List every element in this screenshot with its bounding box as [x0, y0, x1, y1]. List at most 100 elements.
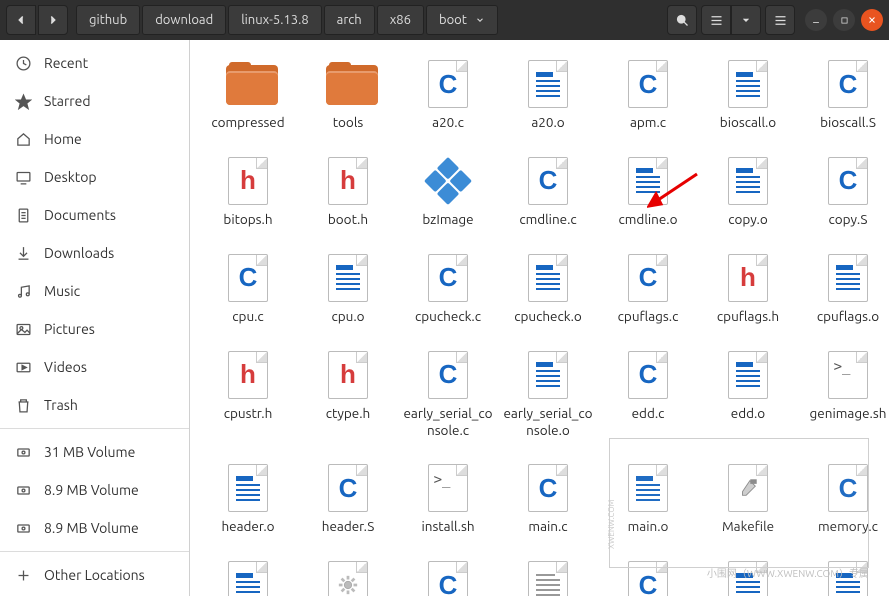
hamburger-menu-button[interactable] — [765, 5, 795, 35]
file-label: cmdline.c — [519, 211, 576, 228]
sidebar-item-videos[interactable]: Videos — [0, 348, 189, 386]
volume-icon — [14, 482, 32, 499]
file-label: cpuflags.o — [817, 308, 879, 325]
h-icon: h — [326, 155, 370, 207]
sidebar-item-music[interactable]: Music — [0, 272, 189, 310]
sidebar-item-desktop[interactable]: Desktop — [0, 158, 189, 196]
file-item[interactable]: cpuflags.o — [800, 252, 889, 325]
sidebar-item-8-9-mb-volume[interactable]: 8.9 MB Volume — [0, 471, 189, 509]
file-item[interactable]: Cmkcpustr.c — [400, 559, 496, 596]
file-label: main.o — [628, 518, 669, 535]
breadcrumb-linux-5.13.8[interactable]: linux-5.13.8 — [228, 5, 321, 35]
documents-icon — [14, 207, 32, 224]
file-item[interactable]: edd.o — [700, 349, 796, 439]
trash-icon — [14, 397, 32, 414]
view-mode-dropdown[interactable] — [731, 5, 761, 35]
file-item[interactable]: early_serial_console.o — [500, 349, 596, 439]
file-item[interactable]: Cedd.c — [600, 349, 696, 439]
sidebar-item-downloads[interactable]: Downloads — [0, 234, 189, 272]
sh-icon: >_ — [426, 462, 470, 514]
sidebar-item-starred[interactable]: Starred — [0, 82, 189, 120]
file-item[interactable]: hboot.h — [300, 155, 396, 228]
sidebar-item-trash[interactable]: Trash — [0, 386, 189, 424]
file-item[interactable]: cmdline.o — [600, 155, 696, 228]
file-item[interactable]: Capm.c — [600, 58, 696, 131]
file-item[interactable]: Cmain.c — [500, 462, 596, 535]
volume-icon — [14, 444, 32, 461]
file-item[interactable]: Ccmdline.c — [500, 155, 596, 228]
file-item[interactable]: compressed — [200, 58, 296, 131]
file-item[interactable]: hcpustr.h — [200, 349, 296, 439]
c-icon: C — [326, 462, 370, 514]
sidebar-item-documents[interactable]: Documents — [0, 196, 189, 234]
file-view[interactable]: compressedtoolsCa20.ca20.oCapm.cbioscall… — [190, 40, 889, 596]
sidebar-item-other-locations[interactable]: Other Locations — [0, 556, 189, 594]
file-item[interactable]: pmjump.o — [800, 559, 889, 596]
file-item[interactable]: bzImage — [400, 155, 496, 228]
file-item[interactable]: Ccopy.S — [800, 155, 889, 228]
file-item[interactable]: >_genimage.sh — [800, 349, 889, 439]
window-maximize-button[interactable] — [833, 9, 855, 31]
file-item[interactable]: tools — [300, 58, 396, 131]
sidebar-item-home[interactable]: Home — [0, 120, 189, 158]
nav-back-button[interactable] — [6, 5, 36, 35]
c-icon: C — [826, 462, 870, 514]
file-label: cpustr.h — [224, 405, 273, 422]
window-minimize-button[interactable] — [805, 9, 827, 31]
breadcrumb-x86[interactable]: x86 — [377, 5, 424, 35]
sidebar-item-label: Desktop — [44, 169, 97, 185]
file-item[interactable]: mkcpustr — [300, 559, 396, 596]
window-close-button[interactable] — [861, 9, 883, 31]
file-label: bzImage — [422, 211, 473, 228]
file-item[interactable]: cpu.o — [300, 252, 396, 325]
file-item[interactable]: memory.o — [200, 559, 296, 596]
desktop-icon — [14, 169, 32, 186]
sidebar-item-8-9-mb-volume[interactable]: 8.9 MB Volume — [0, 509, 189, 547]
diamond-icon — [426, 155, 470, 207]
file-item[interactable]: Ccpucheck.c — [400, 252, 496, 325]
file-item[interactable]: Cmemory.c — [800, 462, 889, 535]
sidebar-item-label: Pictures — [44, 321, 95, 337]
file-item[interactable]: Cpm.c — [600, 559, 696, 596]
file-item[interactable]: hcpuflags.h — [700, 252, 796, 325]
sidebar-item-31-mb-volume[interactable]: 31 MB Volume — [0, 433, 189, 471]
file-item[interactable]: mtools.conf.in — [500, 559, 596, 596]
h-icon: h — [326, 349, 370, 401]
view-mode-button[interactable] — [701, 5, 731, 35]
file-item[interactable]: Ca20.c — [400, 58, 496, 131]
breadcrumb-github[interactable]: github — [76, 5, 140, 35]
make-icon — [726, 462, 770, 514]
file-label: genimage.sh — [810, 405, 887, 422]
file-item[interactable]: Makefile — [700, 462, 796, 535]
file-item[interactable]: Cbioscall.S — [800, 58, 889, 131]
obj-icon — [626, 155, 670, 207]
breadcrumb-boot[interactable]: boot — [426, 5, 498, 35]
file-item[interactable]: header.o — [200, 462, 296, 535]
nav-forward-button[interactable] — [38, 5, 68, 35]
file-item[interactable]: cpucheck.o — [500, 252, 596, 325]
sidebar-item-label: Home — [44, 131, 82, 147]
videos-icon — [14, 359, 32, 376]
obj-icon — [826, 252, 870, 304]
breadcrumb-arch[interactable]: arch — [324, 5, 375, 35]
file-item[interactable]: >_install.sh — [400, 462, 496, 535]
sidebar-item-pictures[interactable]: Pictures — [0, 310, 189, 348]
file-label: main.c — [528, 518, 567, 535]
file-label: compressed — [211, 114, 284, 131]
file-item[interactable]: Cearly_serial_console.c — [400, 349, 496, 439]
file-item[interactable]: Ccpuflags.c — [600, 252, 696, 325]
file-item[interactable]: Ccpu.c — [200, 252, 296, 325]
c-icon: C — [826, 155, 870, 207]
file-item[interactable]: bioscall.o — [700, 58, 796, 131]
file-item[interactable]: main.o — [600, 462, 696, 535]
search-button[interactable] — [667, 5, 697, 35]
file-item[interactable]: pm.o — [700, 559, 796, 596]
file-item[interactable]: Cheader.S — [300, 462, 396, 535]
breadcrumb-download[interactable]: download — [142, 5, 226, 35]
sidebar-item-recent[interactable]: Recent — [0, 44, 189, 82]
file-label: apm.c — [630, 114, 666, 131]
file-item[interactable]: a20.o — [500, 58, 596, 131]
file-item[interactable]: hctype.h — [300, 349, 396, 439]
file-item[interactable]: hbitops.h — [200, 155, 296, 228]
file-item[interactable]: copy.o — [700, 155, 796, 228]
